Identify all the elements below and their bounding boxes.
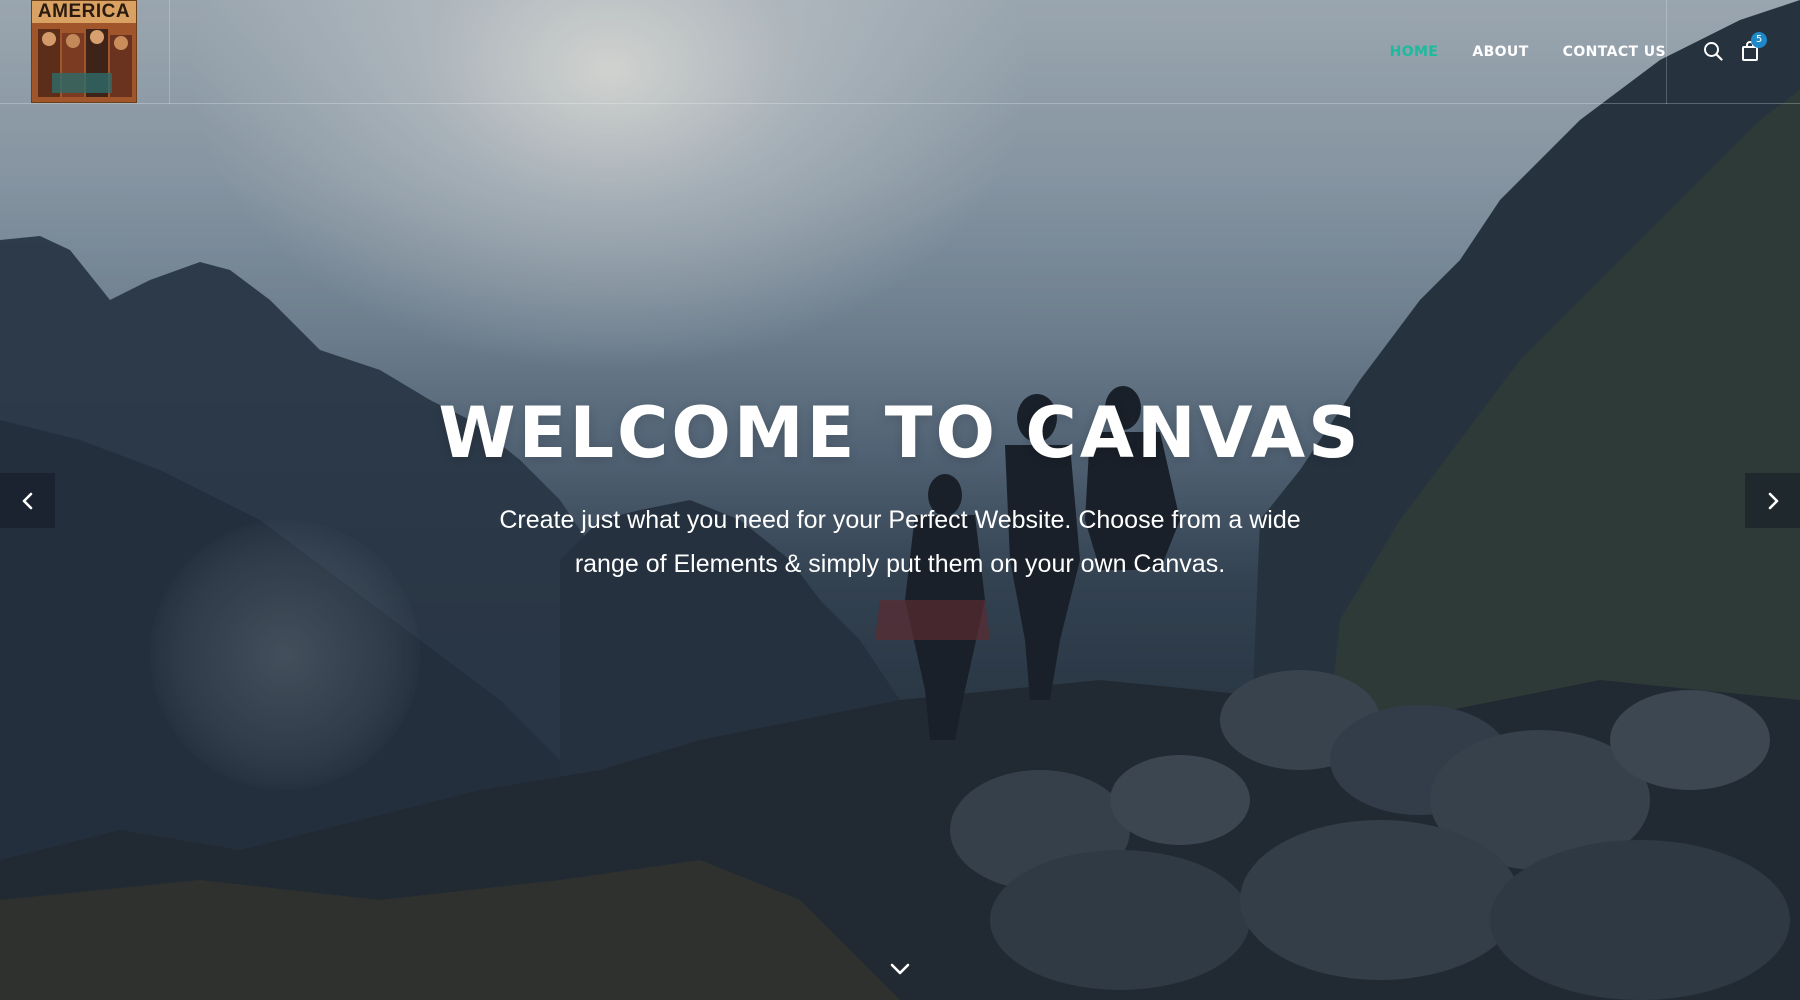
slider-next-button[interactable]: [1745, 473, 1800, 528]
page: AMERICA HOME ABOUT CONTACT US 5 WELCOME …: [0, 0, 1800, 1000]
nav-item-home[interactable]: HOME: [1390, 44, 1439, 60]
hero-title: WELCOME TO CANVAS: [438, 392, 1362, 474]
search-icon: [1704, 42, 1723, 61]
chevron-right-icon: [1768, 492, 1778, 509]
logo-text: AMERICA: [32, 1, 136, 23]
chevron-left-icon: [22, 492, 32, 509]
nav-divider: [1666, 0, 1667, 104]
logo-artwork: [32, 23, 136, 102]
nav-item-contact-us[interactable]: CONTACT US: [1563, 44, 1666, 60]
slider-prev-button[interactable]: [0, 473, 55, 528]
search-button[interactable]: [1700, 38, 1726, 64]
logo-container: AMERICA: [0, 0, 170, 104]
scroll-down-button[interactable]: [886, 958, 914, 980]
hero-subtitle: Create just what you need for your Perfe…: [499, 506, 1301, 578]
primary-nav: HOME ABOUT CONTACT US: [1390, 0, 1666, 104]
cart-button[interactable]: 5: [1737, 32, 1767, 64]
site-header: AMERICA HOME ABOUT CONTACT US 5: [0, 0, 1800, 104]
site-logo[interactable]: AMERICA: [31, 0, 137, 103]
chevron-down-icon: [890, 963, 910, 975]
nav-item-about[interactable]: ABOUT: [1472, 44, 1528, 60]
cart-count-badge: 5: [1751, 32, 1767, 48]
